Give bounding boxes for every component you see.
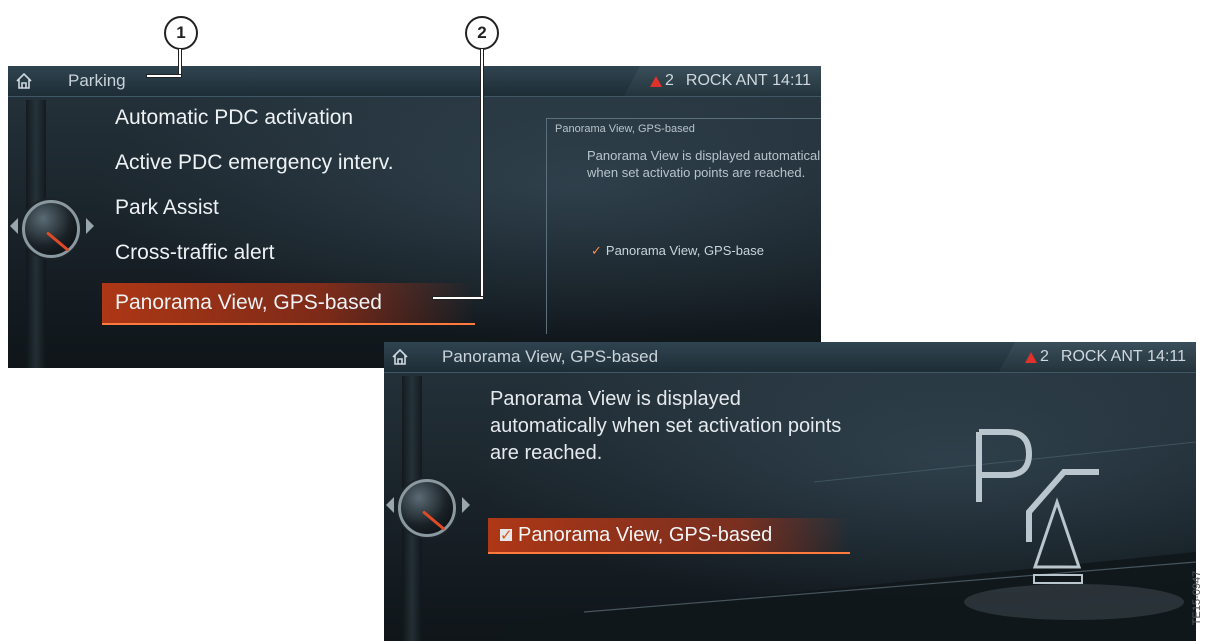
- preview-checkbox-row: ✓ Panorama View, GPS-base: [591, 243, 764, 259]
- parking-menu-screen: Parking 2 ROCK ANT 14:11 Automatic PDC a…: [8, 66, 821, 368]
- idrive-controller-icon: [398, 479, 456, 537]
- warning-count: 2: [1039, 348, 1049, 365]
- panorama-view-screen: Panorama View, GPS-based 2 ROCK ANT 14:1…: [384, 342, 1196, 641]
- callout-1: 1: [164, 16, 198, 50]
- controller-left-arrow: [10, 218, 18, 234]
- home-icon[interactable]: [14, 71, 34, 91]
- page-title: Parking: [68, 71, 126, 90]
- preview-description: Panorama View is displayed automatically…: [587, 148, 821, 180]
- callout-2-leader-h: [432, 296, 484, 300]
- audio-source: ROCK ANT: [1060, 348, 1143, 365]
- menu-item-park-assist[interactable]: Park Assist: [102, 190, 475, 235]
- menu-item-automatic-pdc-activation[interactable]: Automatic PDC activation: [102, 100, 475, 145]
- controller-right-arrow: [462, 497, 470, 513]
- controller-right-arrow: [86, 218, 94, 234]
- callout-2-leader: [480, 48, 484, 300]
- top-bar: Parking 2 ROCK ANT 14:11: [8, 66, 821, 97]
- menu-item-cross-traffic-alert[interactable]: Cross-traffic alert: [102, 235, 475, 280]
- clock: 14:11: [772, 72, 811, 89]
- menu-item-panorama-view-gps-based[interactable]: Panorama View, GPS-based: [102, 283, 475, 325]
- controller-left-arrow: [386, 497, 394, 513]
- warning-icon: [1024, 351, 1037, 363]
- preview-title: Panorama View, GPS-based: [555, 123, 695, 135]
- callout-1-leader: [178, 48, 182, 76]
- idrive-controller-icon: [22, 200, 80, 258]
- page-title: Panorama View, GPS-based: [442, 347, 659, 366]
- preview-panel: Panorama View, GPS-based Panorama View i…: [546, 118, 821, 334]
- menu-item-active-pdc-emergency-interv[interactable]: Active PDC emergency interv.: [102, 145, 475, 190]
- parking-assist-icon: [976, 429, 1099, 584]
- callout-2: 2: [465, 16, 499, 50]
- warning-icon: [649, 75, 662, 87]
- image-code: TE15-0947: [1191, 570, 1204, 626]
- top-bar: Panorama View, GPS-based 2 ROCK ANT 14:1…: [384, 342, 1196, 373]
- callout-1-leader-h: [146, 74, 182, 78]
- check-icon: ✓: [591, 243, 602, 258]
- parking-menu: Automatic PDC activation Active PDC emer…: [102, 100, 475, 325]
- warning-count: 2: [664, 72, 674, 89]
- status-area: 2 ROCK ANT 14:11: [998, 342, 1196, 372]
- feature-description: Panorama View is displayed automatically…: [490, 388, 842, 464]
- preview-checkbox-label: Panorama View, GPS-base: [605, 243, 764, 258]
- status-area: 2 ROCK ANT 14:11: [623, 66, 821, 96]
- panorama-view-checkbox-row[interactable]: Panorama View, GPS-based: [488, 518, 850, 554]
- checkbox-checked-icon[interactable]: [500, 519, 513, 553]
- clock: 14:11: [1147, 348, 1186, 365]
- home-icon[interactable]: [390, 347, 410, 367]
- audio-source: ROCK ANT: [685, 72, 768, 89]
- checkbox-label: Panorama View, GPS-based: [518, 524, 773, 546]
